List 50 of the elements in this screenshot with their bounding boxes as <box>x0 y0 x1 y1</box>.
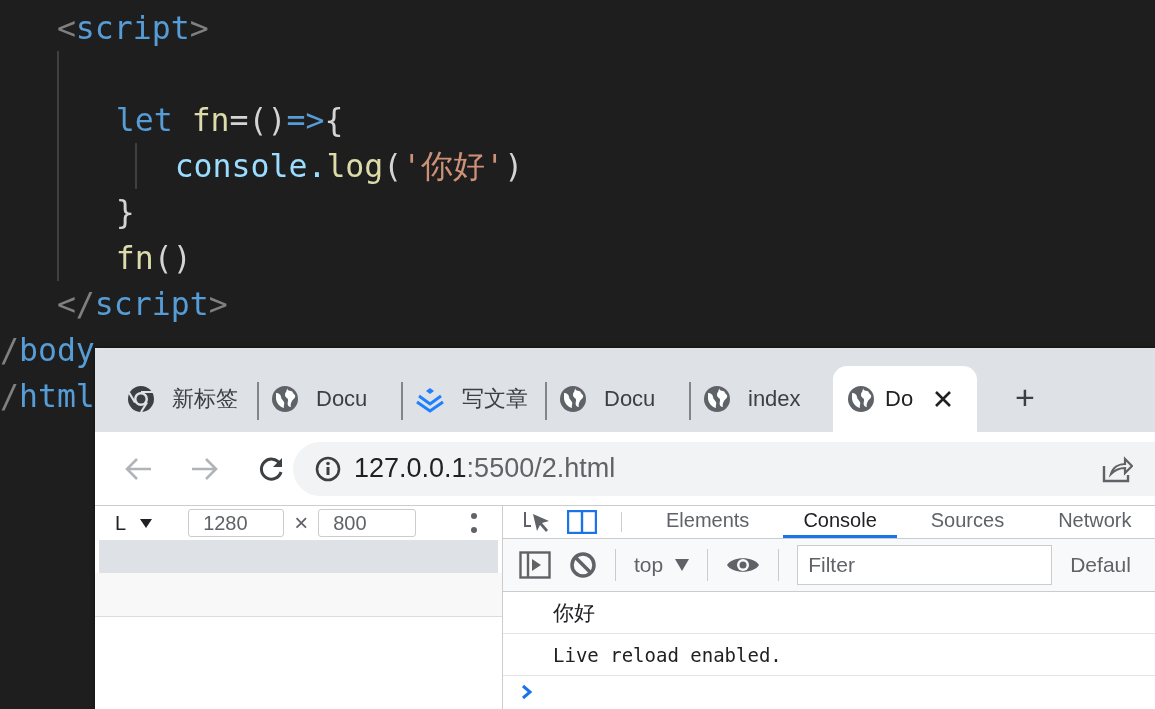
code-line: /body <box>0 331 95 370</box>
context-dropdown[interactable]: top <box>634 553 690 577</box>
tab-title: Docu <box>316 386 368 412</box>
tab-title: 写文章 <box>462 385 528 413</box>
browser-tab[interactable]: index <box>689 366 833 432</box>
code-line: console.log('你好') <box>174 147 524 186</box>
globe-icon <box>559 385 587 413</box>
width-field[interactable]: 1280 <box>188 509 285 537</box>
filter-field[interactable]: Filter <box>797 545 1053 585</box>
address-bar[interactable]: 127.0.0.1:5500/2.html <box>293 441 1155 496</box>
code-line: </script> <box>56 285 228 324</box>
browser-tab[interactable]: 新标签 <box>113 366 257 432</box>
more-icon[interactable] <box>470 512 479 534</box>
browser-logo-icon <box>127 385 155 413</box>
tab-title: Docu <box>604 386 656 412</box>
device-toggle-icon[interactable] <box>567 510 597 534</box>
console-message: 你好 <box>503 592 1155 634</box>
code-line: /html <box>0 377 95 416</box>
console-message: Live reload enabled. <box>503 634 1155 676</box>
browser-tab[interactable]: Do <box>833 366 977 432</box>
times-sign: × <box>294 509 309 537</box>
dropdown-arrow-icon <box>140 518 153 528</box>
browser-tab[interactable]: Docu <box>257 366 401 432</box>
close-icon[interactable] <box>933 389 954 409</box>
code-line: } <box>115 193 135 232</box>
globe-icon <box>847 385 875 413</box>
code-line: fn() <box>115 239 192 278</box>
devtools-tab[interactable]: Sources <box>910 506 1025 538</box>
code-line: let fn=()=>{ <box>115 101 344 140</box>
sidebar-icon[interactable] <box>519 551 551 579</box>
clear-icon[interactable] <box>569 551 597 579</box>
dropdown-arrow-icon <box>675 559 690 571</box>
url-text: 127.0.0.1:5500/2.html <box>354 453 616 484</box>
browser-tab[interactable]: 写文章 <box>401 366 545 432</box>
info-icon <box>315 455 341 482</box>
globe-icon <box>703 385 731 413</box>
tab-title: Do <box>885 386 914 412</box>
prompt-chevron-icon <box>521 684 533 700</box>
code-line: <script> <box>56 9 209 48</box>
levels-dropdown[interactable]: Defaul <box>1070 553 1131 577</box>
devtools-tab[interactable]: Elements <box>646 506 770 538</box>
height-field[interactable]: 800 <box>318 509 417 537</box>
tab-title: index <box>748 386 801 412</box>
new-tab-button[interactable]: + <box>1007 377 1043 417</box>
devtools-tab[interactable]: Network <box>1038 506 1152 538</box>
globe-icon <box>271 385 299 413</box>
browser-tab[interactable]: Docu <box>545 366 689 432</box>
layers-icon <box>415 385 445 413</box>
dimensions-dropdown[interactable]: L <box>115 511 153 535</box>
tab-title: 新标签 <box>172 385 238 413</box>
